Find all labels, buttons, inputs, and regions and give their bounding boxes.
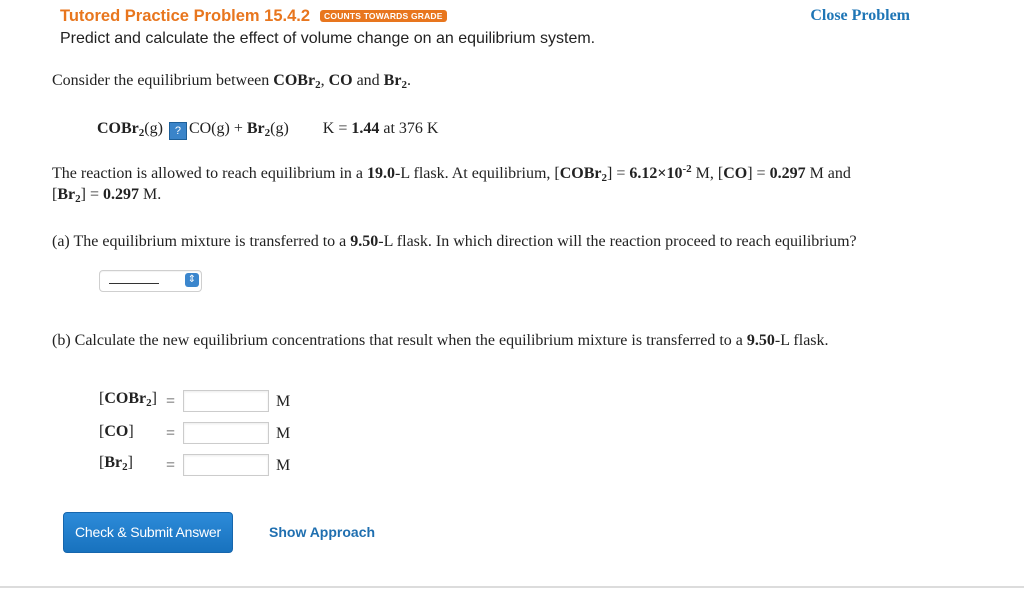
problem-header: Tutored Practice Problem 15.4.2 COUNTS T… bbox=[60, 7, 447, 26]
conc-label: [CO] bbox=[99, 423, 134, 440]
co-concentration: 0.297 bbox=[769, 165, 806, 182]
unit-label: M bbox=[276, 425, 291, 442]
part-a-question: (a) The equilibrium mixture is transferr… bbox=[52, 233, 857, 250]
close-problem-link[interactable]: Close Problem bbox=[810, 7, 910, 25]
equals-sign: = bbox=[166, 425, 176, 442]
concentration-row-cobr2: [COBr2] bbox=[99, 390, 157, 409]
part-b-question: (b) Calculate the new equilibrium concen… bbox=[52, 332, 829, 349]
direction-select[interactable]: ⇕ bbox=[99, 270, 202, 292]
cobr2-concentration: 6.12×10-2 bbox=[629, 163, 692, 183]
check-submit-button[interactable]: Check & Submit Answer bbox=[63, 512, 233, 553]
problem-title: Tutored Practice Problem 15.4.2 bbox=[60, 7, 311, 25]
setup-paragraph: The reaction is allowed to reach equilib… bbox=[52, 163, 851, 205]
equals-sign: = bbox=[166, 457, 176, 474]
reaction-equation: COBr2(g) ? CO(g) + Br2(g) K = 1.44 at 376… bbox=[97, 120, 439, 140]
select-blank-line bbox=[109, 283, 159, 284]
concentration-row-co: [CO] bbox=[99, 423, 134, 441]
cobr2-input[interactable] bbox=[183, 390, 269, 412]
br2-input[interactable] bbox=[183, 454, 269, 476]
species-co: CO bbox=[328, 72, 353, 89]
equals-sign: = bbox=[166, 393, 176, 410]
concentration-row-br2: [Br2] bbox=[99, 454, 133, 473]
co-input[interactable] bbox=[183, 422, 269, 444]
intro-text: Consider the equilibrium between COBr2, … bbox=[52, 72, 411, 91]
unit-label: M bbox=[276, 393, 291, 410]
product-br2: Br2 bbox=[246, 120, 271, 139]
unit-label: M bbox=[276, 457, 291, 474]
select-updown-icon[interactable]: ⇕ bbox=[185, 273, 199, 287]
conc-label: [Br2] bbox=[99, 454, 133, 473]
equilibrium-constant: K = 1.44 at 376 K bbox=[322, 120, 439, 137]
bottom-divider bbox=[0, 586, 1024, 588]
initial-volume: 19.0 bbox=[367, 165, 395, 182]
br2-concentration: 0.297 bbox=[102, 186, 139, 203]
reactant-cobr2: COBr2 bbox=[97, 120, 145, 139]
show-approach-link[interactable]: Show Approach bbox=[269, 524, 375, 540]
conc-label: [COBr2] bbox=[99, 390, 157, 409]
problem-subtitle: Predict and calculate the effect of volu… bbox=[60, 30, 596, 47]
question-mark-icon[interactable]: ? bbox=[168, 122, 187, 140]
grade-badge: COUNTS TOWARDS GRADE bbox=[320, 10, 447, 22]
species-cobr2: COBr2 bbox=[273, 72, 321, 91]
product-co: CO(g) + bbox=[188, 120, 247, 137]
species-br2: Br2 bbox=[383, 72, 407, 91]
